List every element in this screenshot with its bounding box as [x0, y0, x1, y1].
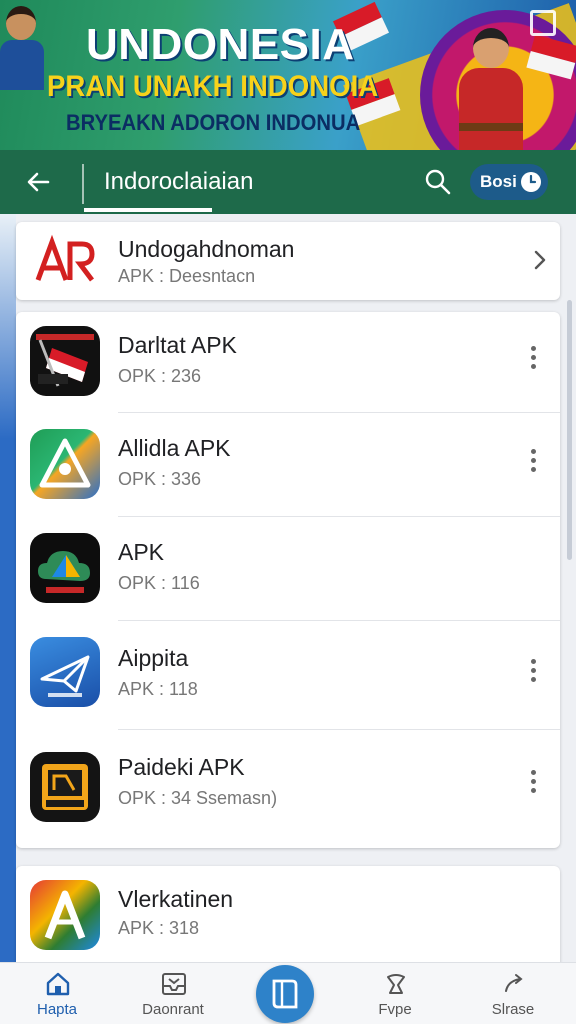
epbo-app-icon [30, 752, 100, 822]
app-name: Allidla APK [118, 435, 231, 461]
paper-plane-app-icon [30, 637, 100, 707]
nav-label: Hapta [36, 1001, 78, 1018]
app-meta: OPK : 34 Ssemasn) [118, 788, 278, 808]
active-tab-indicator [84, 208, 212, 212]
list-item[interactable]: Aippita APK : 118 [16, 621, 560, 729]
type-icon [382, 971, 410, 997]
more-vert-icon[interactable] [526, 768, 540, 794]
list-item-title: Undogahdnoman [118, 236, 295, 262]
promo-banner[interactable]: UNDONESIA PRAN UNAKH INDONOIA BRYEAKN AD… [0, 0, 576, 150]
app-meta: OPK : 116 [118, 573, 200, 593]
inbox-icon [160, 971, 188, 997]
pill-label: Bosi [480, 172, 517, 191]
list-item[interactable]: Allidla APK OPK : 336 [16, 413, 560, 516]
book-icon [272, 979, 298, 1009]
flag-app-icon [30, 326, 100, 396]
more-vert-icon[interactable] [526, 344, 540, 370]
app-list: Darltat APK OPK : 236 Allidla APK OPK : … [16, 312, 560, 848]
app-name: Vlerkatinen [118, 886, 234, 912]
app-name: Paideki APK [118, 754, 245, 780]
app-bar-divider [82, 164, 84, 204]
banner-dancer-figure [455, 28, 525, 150]
share-icon [500, 971, 528, 997]
nav-item-home[interactable]: Hapta [2, 963, 112, 1024]
more-vert-icon[interactable] [526, 447, 540, 473]
triangle-app-icon [30, 429, 100, 499]
account-pill-button[interactable]: Bosi [470, 164, 548, 200]
list-item-meta: APK : Deesntacn [118, 266, 256, 286]
list-item[interactable]: APK OPK : 116 [16, 517, 560, 620]
app-name: APK [118, 539, 165, 565]
app-meta: APK : 318 [118, 918, 200, 938]
banner-title: UNDONESIA [86, 20, 355, 69]
scrollbar[interactable] [567, 300, 572, 560]
nav-item-share[interactable]: Slrase [458, 963, 568, 1024]
list-item[interactable]: Paideki APK OPK : 34 Ssemasn) [16, 730, 560, 848]
list-item[interactable]: Darltat APK OPK : 236 [16, 312, 560, 412]
nav-label: Fvpe [378, 1001, 412, 1018]
clock-icon [520, 171, 542, 193]
more-vert-icon[interactable] [526, 657, 540, 683]
banner-boy-figure [0, 0, 46, 90]
bookmark-icon[interactable] [530, 10, 556, 36]
search-icon[interactable] [424, 168, 452, 196]
back-arrow-icon[interactable] [22, 166, 54, 198]
banner-subtitle: PRAN UNAKH INDONOIA [47, 70, 379, 103]
left-decor-strip [0, 214, 16, 964]
chevron-right-icon[interactable] [528, 248, 552, 272]
nav-item-inbox[interactable]: Daonrant [118, 963, 228, 1024]
ar-logo-icon [30, 228, 100, 298]
nav-label: Slrase [491, 1001, 535, 1018]
app-meta: APK : 118 [118, 679, 198, 699]
app-meta: OPK : 236 [118, 366, 202, 386]
top-list-item[interactable]: Undogahdnoman APK : Deesntacn [16, 222, 560, 300]
app-name: Aippita [118, 645, 189, 671]
nav-item-library[interactable] [256, 965, 314, 1023]
app-meta: OPK : 336 [118, 469, 202, 489]
nav-item-type[interactable]: Fvpe [340, 963, 450, 1024]
bottom-navigation: Hapta Daonrant Fvpe Slrase [0, 962, 576, 1024]
app-bar-title[interactable]: Indoroclaiaian [104, 168, 253, 196]
cloud-app-icon [30, 533, 100, 603]
gradient-a-app-icon [30, 880, 100, 950]
app-name: Darltat APK [118, 332, 237, 358]
app-bar: Indoroclaiaian Bosi [0, 150, 576, 214]
home-icon [44, 971, 72, 997]
banner-tagline: BRYEAKN ADORON INDONUA [66, 110, 361, 135]
nav-label: Daonrant [142, 1001, 204, 1018]
